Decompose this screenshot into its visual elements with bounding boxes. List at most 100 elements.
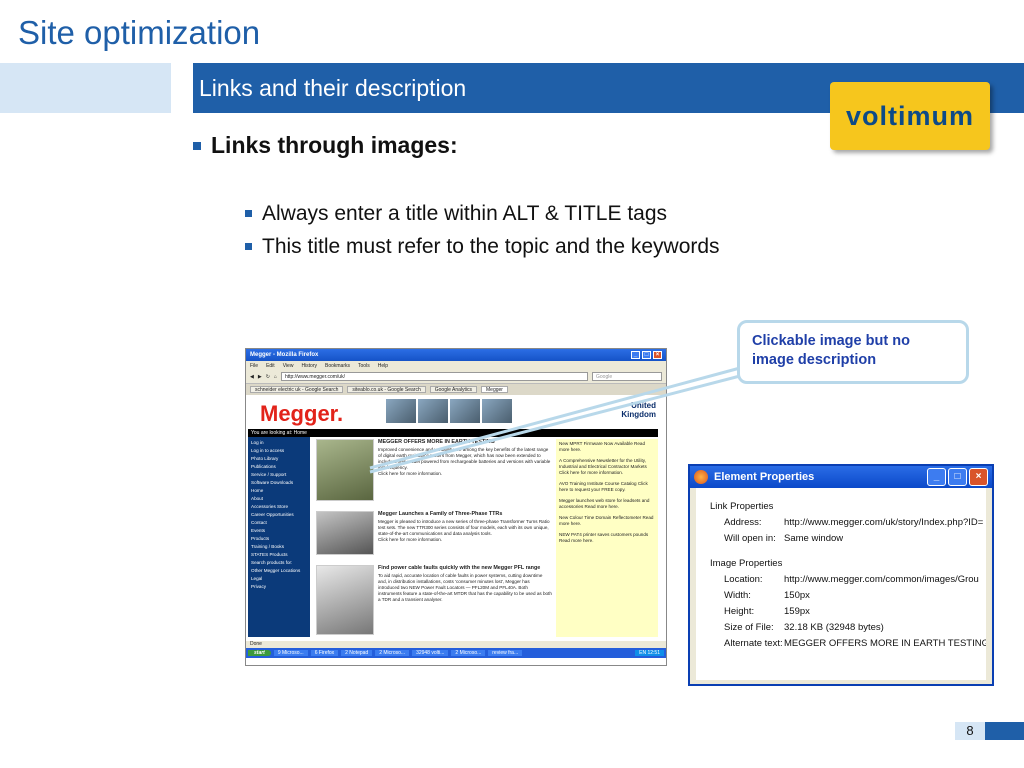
property-key: Width:	[724, 590, 751, 601]
taskbar-item[interactable]: 2 Microso...	[451, 650, 486, 656]
article-more-link[interactable]: Click here for more information.	[378, 471, 552, 477]
system-tray: EN 12:51	[635, 650, 664, 656]
article-headline[interactable]: MEGGER OFFERS MORE IN EARTH TESTING	[378, 439, 552, 445]
property-key: Location:	[724, 574, 763, 585]
article: MEGGER OFFERS MORE IN EARTH TESTING Impr…	[316, 439, 552, 501]
bullet-square-icon	[193, 141, 201, 150]
bullet-square-icon	[245, 210, 252, 217]
taskbar-item[interactable]: review fra...	[488, 650, 523, 656]
header-photo	[482, 399, 512, 423]
side-nav-item[interactable]: Career Opportunities	[251, 511, 307, 519]
side-nav-item[interactable]: STATES Products	[251, 551, 307, 559]
news-item[interactable]: New MPRT Firmware Now Available Read mor…	[559, 441, 655, 453]
menu-bookmarks[interactable]: Bookmarks	[325, 363, 350, 369]
maximize-icon[interactable]: □	[948, 468, 967, 486]
header-photos	[386, 399, 512, 423]
side-nav-item[interactable]: Home	[251, 487, 307, 495]
menu-history[interactable]: History	[301, 363, 317, 369]
news-item[interactable]: A Comprehensive Newsletter for the Utili…	[559, 458, 655, 476]
callout-box: Clickable image but no image description	[737, 320, 969, 384]
taskbar-item[interactable]: 2 Notepad	[341, 650, 373, 656]
minimize-icon[interactable]: _	[631, 351, 640, 359]
article-image-link[interactable]	[316, 565, 374, 635]
property-row: Size of File: 32.18 KB (32948 bytes)	[696, 620, 986, 636]
side-nav-item[interactable]: Training / Books	[251, 543, 307, 551]
side-nav-item[interactable]: Accessories Store	[251, 503, 307, 511]
slide-subtitle: Links and their description	[199, 75, 467, 101]
side-nav-item[interactable]: Software Downloads	[251, 479, 307, 487]
taskbar-item[interactable]: 6 Firefox	[310, 650, 339, 656]
sub-bullet-text: This title must refer to the topic and t…	[262, 234, 720, 258]
bullet-main-text: Links through images:	[211, 132, 458, 158]
taskbar-item[interactable]: 2 Microso...	[375, 650, 410, 656]
news-item[interactable]: NEW PAT4 printer saves customers pounds …	[559, 532, 655, 544]
article-more-link[interactable]: Click here for more information.	[378, 537, 552, 543]
side-nav-item[interactable]: Other Megger Locations	[251, 567, 307, 575]
menu-edit[interactable]: Edit	[266, 363, 275, 369]
article-headline[interactable]: Find power cable faults quickly with the…	[378, 565, 552, 571]
property-key: Size of File:	[724, 622, 774, 633]
tab-analytics[interactable]: Google Analytics	[429, 386, 477, 393]
menu-tools[interactable]: Tools	[358, 363, 370, 369]
article-image-link[interactable]	[316, 439, 374, 501]
property-value: 159px	[784, 606, 810, 617]
back-icon[interactable]: ◀	[250, 374, 254, 380]
taskbar: start 9 Microso... 6 Firefox 2 Notepad 2…	[246, 648, 666, 658]
side-nav-item: Search products for:	[251, 560, 293, 565]
tab-siteablo[interactable]: siteablo.co.uk - Google Search	[347, 386, 426, 393]
menu-view[interactable]: View	[283, 363, 294, 369]
property-key: Alternate text:	[724, 638, 783, 649]
side-nav-item[interactable]: Service / Support	[251, 471, 307, 479]
news-item[interactable]: New Colour Time Domain Reflectometer Rea…	[559, 515, 655, 527]
dialog-title: Element Properties	[714, 471, 815, 483]
footer-band-left	[0, 722, 950, 740]
header-photo	[418, 399, 448, 423]
news-item[interactable]: AVO Training Institute Course Catalog Cl…	[559, 481, 655, 493]
side-nav-item[interactable]: Privacy	[251, 583, 307, 591]
property-row: Location: http://www.megger.com/common/i…	[696, 572, 986, 588]
article-body: To aid rapid, accurate location of cable…	[378, 573, 552, 602]
site-side-nav: Log in Log in to access Photo Library Pu…	[248, 437, 310, 637]
close-icon[interactable]: ×	[653, 351, 662, 359]
side-nav-item[interactable]: Log in to access	[251, 447, 307, 455]
reload-icon[interactable]: ↻	[266, 374, 270, 380]
browser-screenshot: Megger - Mozilla Firefox _ □ × File Edit…	[245, 348, 667, 666]
menu-file[interactable]: File	[250, 363, 258, 369]
side-nav-item[interactable]: Events	[251, 527, 307, 535]
forward-icon[interactable]: ▶	[258, 374, 262, 380]
property-row: Will open in: Same window	[696, 531, 986, 547]
home-icon[interactable]: ⌂	[274, 374, 277, 380]
megger-logo[interactable]: Megger.	[260, 401, 343, 427]
property-value: 150px	[784, 590, 810, 601]
dialog-title-bar: Element Properties _ □ ×	[690, 466, 992, 488]
start-button[interactable]: start	[248, 650, 271, 656]
tab-schneider[interactable]: schneider electric uk - Google Search	[250, 386, 344, 393]
url-input[interactable]: http://www.megger.com/uk/	[280, 372, 588, 381]
menu-help[interactable]: Help	[378, 363, 388, 369]
close-icon[interactable]: ×	[969, 468, 988, 486]
minimize-icon[interactable]: _	[927, 468, 946, 486]
taskbar-item[interactable]: 9 Microso...	[273, 650, 308, 656]
side-nav-item[interactable]: Legal	[251, 575, 307, 583]
side-nav-item[interactable]: About	[251, 495, 307, 503]
browser-title: Megger - Mozilla Firefox	[250, 352, 319, 358]
search-input[interactable]: Google	[592, 372, 662, 381]
country-label: United Kingdom	[621, 401, 656, 419]
news-item[interactable]: Megger launches web store for leadsets a…	[559, 498, 655, 510]
side-nav-item[interactable]: Log in	[251, 439, 307, 447]
side-nav-item[interactable]: Products	[251, 535, 307, 543]
property-key: Will open in:	[724, 533, 776, 544]
tab-megger[interactable]: Megger	[481, 386, 508, 393]
side-nav-item[interactable]: Contact	[251, 519, 307, 527]
sub-bullet-list: Always enter a title within ALT & TITLE …	[245, 200, 720, 266]
property-value: http://www.megger.com/uk/story/Index.php…	[784, 517, 984, 528]
side-nav-item[interactable]: Photo Library	[251, 455, 307, 463]
bullet-main: Links through images:	[193, 132, 458, 159]
bullet-square-icon	[245, 243, 252, 250]
article-headline[interactable]: Megger Launches a Family of Three-Phase …	[378, 511, 552, 517]
maximize-icon[interactable]: □	[642, 351, 651, 359]
side-nav-item[interactable]: Publications	[251, 463, 307, 471]
property-row: Alternate text: MEGGER OFFERS MORE IN EA…	[696, 636, 986, 652]
taskbar-item[interactable]: 32948 volti...	[412, 650, 449, 656]
article-image-link[interactable]	[316, 511, 374, 555]
